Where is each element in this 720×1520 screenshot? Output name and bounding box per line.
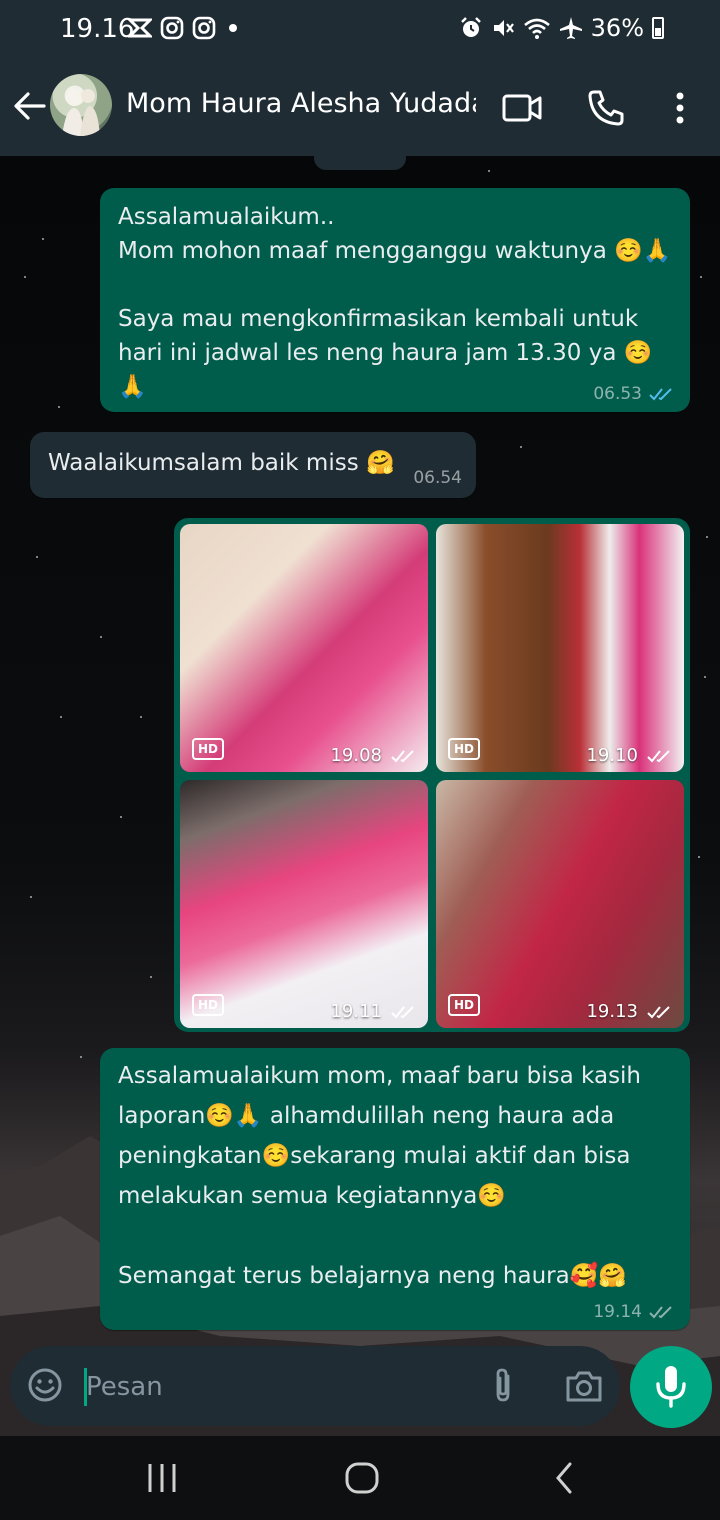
- instagram-icon: [192, 16, 216, 40]
- camera-icon[interactable]: [564, 1368, 604, 1404]
- photo-meta: 19.10: [586, 745, 674, 766]
- voice-record-button[interactable]: [630, 1346, 712, 1428]
- dot-icon: [229, 24, 237, 32]
- airplane-icon: [559, 17, 582, 39]
- contact-avatar[interactable]: [50, 74, 112, 136]
- system-icons: 36%: [459, 14, 664, 42]
- delivered-ticks-icon: [391, 749, 414, 762]
- message-time: 19.14: [593, 1302, 642, 1322]
- message-time: 06.54: [413, 468, 462, 488]
- notification-icons: [128, 16, 242, 40]
- alarm-icon: [460, 17, 481, 37]
- hd-badge: HD: [448, 738, 480, 760]
- hd-badge: HD: [448, 994, 480, 1016]
- home-icon[interactable]: [342, 1458, 382, 1498]
- photo-meta: 19.08: [330, 745, 418, 766]
- video-call-icon[interactable]: [500, 86, 544, 130]
- photo-time: 19.11: [330, 1001, 382, 1022]
- message-input[interactable]: [84, 1364, 478, 1410]
- delivered-ticks-icon: [649, 1306, 672, 1319]
- hd-badge: HD: [192, 994, 224, 1016]
- photo-tile[interactable]: HD 19.08: [180, 524, 428, 772]
- photo-time: 19.13: [586, 1001, 638, 1022]
- read-receipt-icon: [649, 388, 672, 401]
- missed-call-icon: [128, 18, 152, 38]
- delivered-ticks-icon: [391, 1005, 414, 1018]
- photo-meta: 19.13: [586, 1001, 674, 1022]
- message-meta: 06.53: [593, 384, 676, 404]
- system-nav-bar: [0, 1436, 720, 1520]
- recent-apps-icon[interactable]: [142, 1458, 182, 1498]
- wifi-icon: [523, 18, 550, 39]
- incoming-message[interactable]: Waalaikumsalam baik miss 🤗 06.54: [30, 432, 476, 498]
- photo-tile[interactable]: HD 19.11: [180, 780, 428, 1028]
- battery-icon: [652, 17, 664, 39]
- status-time: 19.16: [60, 14, 135, 44]
- photo-tile[interactable]: HD 19.10: [436, 524, 684, 772]
- photo-meta: 19.11: [330, 1001, 418, 1022]
- message-meta: 06.54: [413, 468, 462, 488]
- status-bar: 19.16 36%: [0, 0, 720, 58]
- voice-call-icon[interactable]: [584, 86, 628, 130]
- attach-icon[interactable]: [488, 1366, 518, 1406]
- chat-header: Mom Haura Alesha Yudadar...: [0, 58, 720, 156]
- battery-percent: 36%: [590, 14, 644, 42]
- media-group-message[interactable]: HD 19.08 HD 19.10 HD 19.11 HD 19.13: [174, 518, 690, 1032]
- delivered-ticks-icon: [647, 749, 670, 762]
- message-text: Waalaikumsalam baik miss 🤗: [48, 450, 395, 476]
- more-options-icon[interactable]: [664, 86, 696, 130]
- message-text: Assalamualaikum mom, maaf baru bisa kasi…: [118, 1063, 642, 1289]
- photo-tile[interactable]: HD 19.13: [436, 780, 684, 1028]
- photo-time: 19.10: [586, 745, 638, 766]
- scroll-date-chip: [314, 156, 406, 170]
- delivered-ticks-icon: [647, 1005, 670, 1018]
- message-composer: [10, 1346, 620, 1426]
- mute-icon: [493, 20, 514, 36]
- hd-badge: HD: [192, 738, 224, 760]
- back-arrow-icon[interactable]: [12, 88, 48, 124]
- avatar-photo: [62, 89, 100, 136]
- microphone-icon: [656, 1366, 686, 1408]
- message-meta: 19.14: [593, 1302, 676, 1322]
- outgoing-message[interactable]: Assalamualaikum.. Mom mohon maaf menggan…: [100, 188, 690, 412]
- back-nav-icon[interactable]: [546, 1458, 586, 1498]
- outgoing-message[interactable]: Assalamualaikum mom, maaf baru bisa kasi…: [100, 1048, 690, 1330]
- photo-time: 19.08: [330, 745, 382, 766]
- contact-name[interactable]: Mom Haura Alesha Yudadar...: [126, 88, 476, 119]
- message-text: Assalamualaikum.. Mom mohon maaf menggan…: [118, 204, 672, 400]
- instagram-icon: [160, 16, 184, 40]
- emoji-icon[interactable]: [26, 1366, 64, 1404]
- message-time: 06.53: [593, 384, 642, 404]
